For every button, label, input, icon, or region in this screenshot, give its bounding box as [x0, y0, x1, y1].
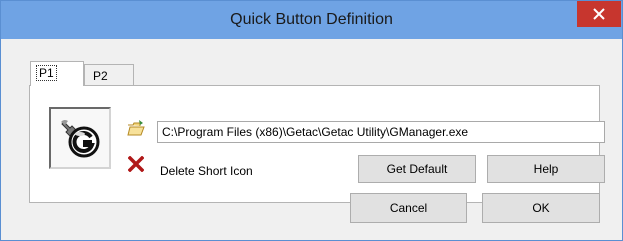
- app-icon-preview[interactable]: [49, 107, 111, 169]
- title-bar[interactable]: Quick Button Definition: [1, 1, 622, 39]
- tab-panel: Delete Short Icon Get Default Help: [29, 85, 605, 203]
- tab-p1[interactable]: P1: [30, 61, 84, 86]
- help-button[interactable]: Help: [487, 155, 605, 183]
- close-icon: [593, 8, 605, 20]
- tab-p2-label: P2: [93, 69, 108, 83]
- close-button[interactable]: [577, 1, 621, 27]
- cancel-button[interactable]: Cancel: [350, 193, 467, 223]
- browse-button[interactable]: [127, 119, 145, 137]
- ok-button[interactable]: OK: [482, 193, 600, 223]
- executable-path-field[interactable]: [157, 121, 605, 143]
- delete-icon-button[interactable]: [127, 155, 145, 173]
- dialog-window: Quick Button Definition P1 P2 C:\Program…: [0, 0, 623, 241]
- get-default-button[interactable]: Get Default: [358, 155, 476, 183]
- window-title: Quick Button Definition: [230, 11, 393, 28]
- folder-open-icon: [127, 120, 145, 136]
- delete-short-icon-label: Delete Short Icon: [160, 164, 253, 178]
- tab-p2[interactable]: P2: [84, 64, 134, 87]
- dialog-client: P1 P2 C:\Program Files (x86)\Getac\Getac…: [8, 39, 615, 235]
- tab-p1-label: P1: [36, 65, 57, 81]
- getac-g-manager-icon: [61, 120, 100, 158]
- red-x-delete-icon: [127, 155, 145, 173]
